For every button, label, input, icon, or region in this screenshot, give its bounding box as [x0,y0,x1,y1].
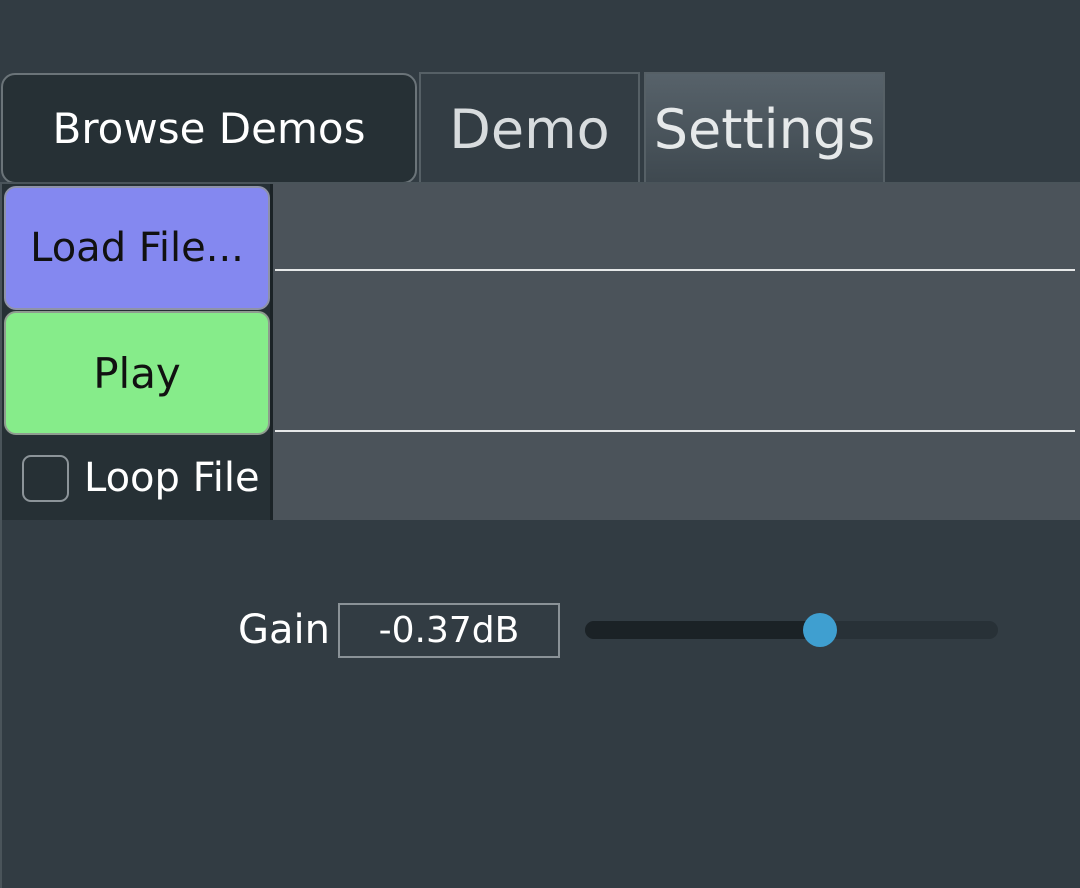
loop-file-label[interactable]: Loop File [84,452,260,504]
audio-player-app: Browse Demos Demo Settings Load File... … [0,0,1080,888]
waveform-channel-left [275,269,1075,271]
waveform-channel-right [275,430,1075,432]
play-button[interactable]: Play [4,311,270,435]
load-file-button[interactable]: Load File... [4,186,270,310]
tab-settings[interactable]: Settings [644,72,885,184]
gain-slider[interactable] [585,621,998,639]
browse-demos-button[interactable]: Browse Demos [1,73,417,184]
gain-value-box[interactable]: -0.37dB [338,603,560,658]
tab-demo[interactable]: Demo [419,72,640,184]
loop-file-checkbox[interactable] [22,455,69,502]
gain-label: Gain [238,607,330,653]
gain-slider-fill [585,621,821,639]
waveform-display[interactable] [273,184,1080,520]
